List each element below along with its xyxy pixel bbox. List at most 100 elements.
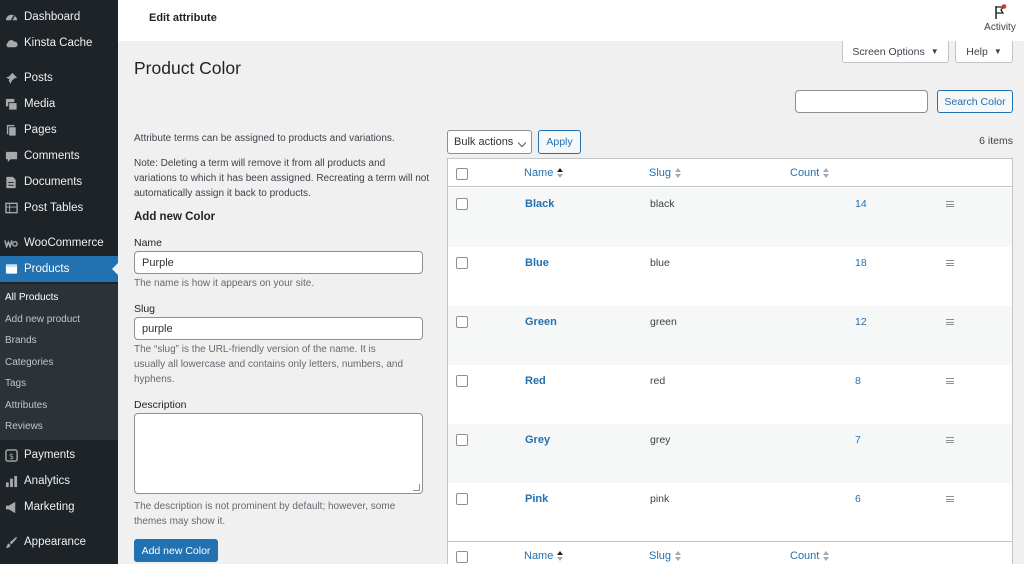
term-count-link[interactable]: 12 [855,316,867,328]
submenu-item-tags[interactable]: Tags [5,378,26,389]
items-count: 6 items [979,135,1013,147]
term-slug: black [650,198,675,210]
sidebar-item-label: Dashboard [24,11,81,23]
note-text: Note: Deleting a term will remove it fro… [134,158,430,199]
table-icon [4,201,18,215]
term-name-link[interactable]: Black [525,198,554,210]
resize-grip-icon[interactable] [413,484,420,491]
add-new-color-button[interactable]: Add new Color [134,539,218,562]
drag-handle-icon[interactable] [946,378,954,384]
row-checkbox[interactable] [456,316,468,328]
sidebar-item-dashboard[interactable]: Dashboard [0,4,118,30]
submenu-item-attributes[interactable]: Attributes [5,400,47,411]
sidebar-item-products[interactable]: Products [0,256,118,282]
pages-icon [4,123,18,137]
row-checkbox[interactable] [456,375,468,387]
submenu-item-add-new-product[interactable]: Add new product [5,314,80,325]
sidebar-item-woocommerce[interactable]: WooCommerce [0,230,118,256]
sort-icon [557,168,564,178]
row-checkbox[interactable] [456,493,468,505]
column-count-header[interactable]: Count [790,167,830,179]
apply-button[interactable]: Apply [538,130,581,154]
drag-handle-icon[interactable] [946,496,954,502]
sidebar-item-documents[interactable]: Documents [0,169,118,195]
column-count-footer[interactable]: Count [790,550,830,562]
sidebar-item-comments[interactable]: Comments [0,143,118,169]
search-input[interactable] [795,90,928,113]
column-slug-footer[interactable]: Slug [649,550,682,562]
term-count-link[interactable]: 6 [855,493,861,505]
help-label: Help [966,45,988,58]
sort-icon [823,168,830,178]
sidebar-item-media[interactable]: Media [0,91,118,117]
sidebar-item-post-tables[interactable]: Post Tables [0,195,118,221]
screen-options-button[interactable]: Screen Options ▼ [842,41,949,63]
term-slug: green [650,316,677,328]
sidebar-item-label: Documents [24,176,83,188]
slug-description: The “slug” is the URL-friendly version o… [134,344,404,385]
search-button[interactable]: Search Color [937,90,1013,113]
row-checkbox[interactable] [456,198,468,210]
sidebar-item-kinsta-cache[interactable]: Kinsta Cache [0,30,118,56]
sidebar-item-marketing[interactable]: Marketing [0,494,118,520]
submenu-item-brands[interactable]: Brands [5,335,37,346]
name-input[interactable]: Purple [134,251,423,274]
term-name-link[interactable]: Grey [525,434,550,446]
sidebar-item-label: Appearance [24,536,87,548]
term-slug: pink [650,493,670,505]
column-slug-header[interactable]: Slug [649,167,682,179]
flag-icon [993,4,1007,20]
sort-icon [823,551,830,561]
sidebar-item-posts[interactable]: Posts [0,65,118,91]
sidebar-item-label: Products [24,263,70,275]
term-name-link[interactable]: Green [525,316,557,328]
description-textarea[interactable] [134,413,423,494]
term-count-link[interactable]: 7 [855,434,861,446]
table-row: Grey grey 7 [448,424,1012,483]
bulk-actions-select[interactable]: Bulk actions [447,130,532,154]
term-name-link[interactable]: Red [525,375,546,387]
caret-down-icon: ▼ [930,47,939,56]
name-description: The name is how it appears on your site. [134,278,315,289]
pin-icon [4,71,18,85]
row-checkbox[interactable] [456,434,468,446]
drag-handle-icon[interactable] [946,319,954,325]
select-all-checkbox[interactable] [456,551,468,563]
help-button[interactable]: Help ▼ [955,41,1013,63]
bulk-actions-label: Bulk actions [454,136,514,148]
submenu-item-all-products[interactable]: All Products [5,292,58,303]
term-count-link[interactable]: 8 [855,375,861,387]
activity-button[interactable]: Activity [980,4,1020,33]
activity-label: Activity [984,22,1016,33]
term-count-link[interactable]: 18 [855,257,867,269]
sidebar-item-analytics[interactable]: Analytics [0,468,118,494]
drag-handle-icon[interactable] [946,437,954,443]
sidebar-item-pages[interactable]: Pages [0,117,118,143]
sidebar-item-label: Pages [24,124,57,136]
drag-handle-icon[interactable] [946,201,954,207]
comments-icon [4,149,18,163]
submenu-item-reviews[interactable]: Reviews [5,421,43,432]
column-label: Count [790,167,820,179]
row-checkbox[interactable] [456,257,468,269]
products-submenu: All Products Add new product Brands Cate… [0,284,118,440]
column-name-header[interactable]: Name [524,167,564,179]
sidebar-item-label: Marketing [24,501,75,513]
sidebar-item-label: WooCommerce [24,237,104,249]
brush-icon [4,535,18,549]
select-all-checkbox[interactable] [456,168,468,180]
term-count-link[interactable]: 14 [855,198,867,210]
intro-text: Attribute terms can be assigned to produ… [134,133,395,144]
sort-icon [675,168,682,178]
term-name-link[interactable]: Blue [525,257,549,269]
drag-handle-icon[interactable] [946,260,954,266]
column-name-footer[interactable]: Name [524,550,564,562]
submenu-item-categories[interactable]: Categories [5,357,53,368]
slug-input[interactable]: purple [134,317,423,340]
term-name-link[interactable]: Pink [525,493,548,505]
sidebar-item-label: Analytics [24,475,71,487]
slug-label: Slug [134,303,156,315]
sidebar-item-appearance[interactable]: Appearance [0,529,118,555]
column-label: Count [790,550,820,562]
sidebar-item-payments[interactable]: $ Payments [0,442,118,468]
